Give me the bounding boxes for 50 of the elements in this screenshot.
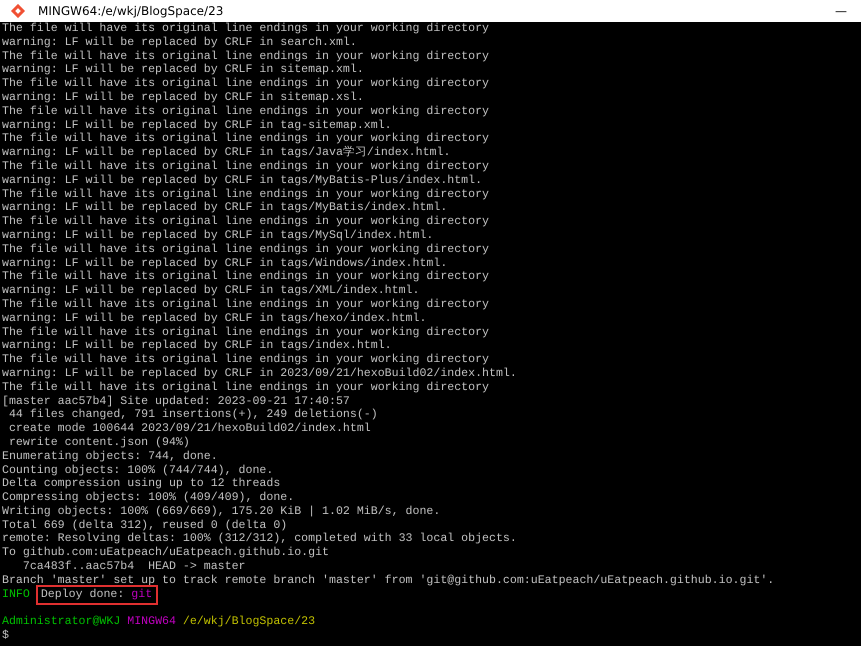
terminal-text: 44 files changed, 791 insertions(+), 249 deletions(-) [8,408,378,422]
terminal-text: warning: LF will be replaced by CRLF in sitemap.xml. [2,63,364,78]
terminal-text: warning: LF will be replaced by CRLF in sitemap.xsl. [2,90,364,105]
terminal-text: git [131,588,152,602]
terminal-text: Enumerating objects: 744, done. [2,450,218,464]
terminal-text: warning: LF will be replaced by CRLF in tags/XML/index.html. [2,284,420,298]
terminal-text: To github.com:uEatpeach/uEatpeach.github.io.git [2,546,329,560]
terminal-text: $ [2,629,9,643]
terminal-text: rewrite content.json (94%) [8,436,190,450]
terminal-text: The file will have its original line endings in your working directory [2,104,490,119]
terminal-text: Writing objects: 100% (669/669), 175.20 KiB | 1.02 MiB/s, done. [2,504,440,519]
terminal-text: MINGW64 [127,615,176,630]
terminal-text: The file will have its original line endings in your working directory [2,326,490,340]
terminal-text: The file will have its original line endings in your working directory [2,270,490,284]
terminal-text: warning: LF will be replaced by CRLF in tags/MyBatis/index.html. [2,201,448,216]
terminal-text: warning: LF will be replaced by CRLF in tags/Windows/index.html. [2,256,448,270]
terminal-text: [master aac57b4] Site updated: 2023-09-21 17:40:57 [2,394,350,408]
terminal-text: The file will have its original line endings in your working directory [2,77,490,91]
terminal-text: 7ca483f..aac57b4 HEAD -> master [22,560,246,574]
terminal-text: warning: LF will be replaced by CRLF in tags/hexo/index.html. [2,312,426,326]
terminal-text: warning: LF will be replaced by CRLF in search.xml. [2,36,357,50]
terminal-text: remote: Resolving deltas: 100% (312/312), completed with 33 local objects. [2,532,517,546]
terminal-text: INFO [2,588,30,602]
terminal-text: The file will have its original line endings in your working directory [2,215,490,229]
terminal-text: Delta compression using up to 12 threads [2,477,280,492]
terminal-text: Administrator@WKJ [2,615,120,630]
terminal-text: Total 669 (delta 312), reused 0 (delta 0) [2,518,288,532]
terminal-text: Deploy done: [40,588,124,602]
terminal-text: warning: LF will be replaced by CRLF in tags/index.html. [2,339,392,354]
minimize-button[interactable]: — [829,4,853,18]
terminal-text: warning: LF will be replaced by CRLF in tags/MyBatis-Plus/index.html. [2,174,482,188]
terminal-text: create mode 100644 2023/09/21/hexoBuild02/index.html [8,422,371,436]
terminal-text: The file will have its original line endings in your working directory [2,188,490,202]
terminal-text: warning: LF will be replaced by CRLF in tags/Java学习/index.html. [2,146,450,160]
terminal-text: The file will have its original line endings in your working directory [2,242,490,257]
terminal-text: The file will have its original line endings in your working directory [2,22,490,36]
terminal-text: Counting objects: 100% (744/744), done. [2,464,274,478]
terminal-text: warning: LF will be replaced by CRLF in tags/MySql/index.html. [2,228,434,243]
terminal-text: warning: LF will be replaced by CRLF in 2023/09/21/hexoBuild02/index.html. [2,366,517,381]
terminal-text: warning: LF will be replaced by CRLF in tag-sitemap.xml. [2,118,392,132]
terminal-text: The file will have its original line endings in your working directory [2,50,490,64]
terminal-text: The file will have its original line endings in your working directory [2,160,490,174]
window-title: MINGW64:/e/wkj/BlogSpace/23 [38,4,224,18]
terminal-text: Branch 'master' set up to track remote branch 'master' from 'git@github.com:uEatpeach/uEatpeach.github.io.git'. [2,574,774,588]
terminal-text: /e/wkj/BlogSpace/23 [182,615,316,630]
terminal-text: The file will have its original line endings in your working directory [2,380,490,395]
terminal-text: The file will have its original line endings in your working directory [2,132,490,146]
terminal-text: The file will have its original line endings in your working directory [2,353,490,367]
terminal-text: Compressing objects: 100% (409/409), done. [2,491,294,505]
terminal-text: The file will have its original line endings in your working directory [2,298,490,312]
